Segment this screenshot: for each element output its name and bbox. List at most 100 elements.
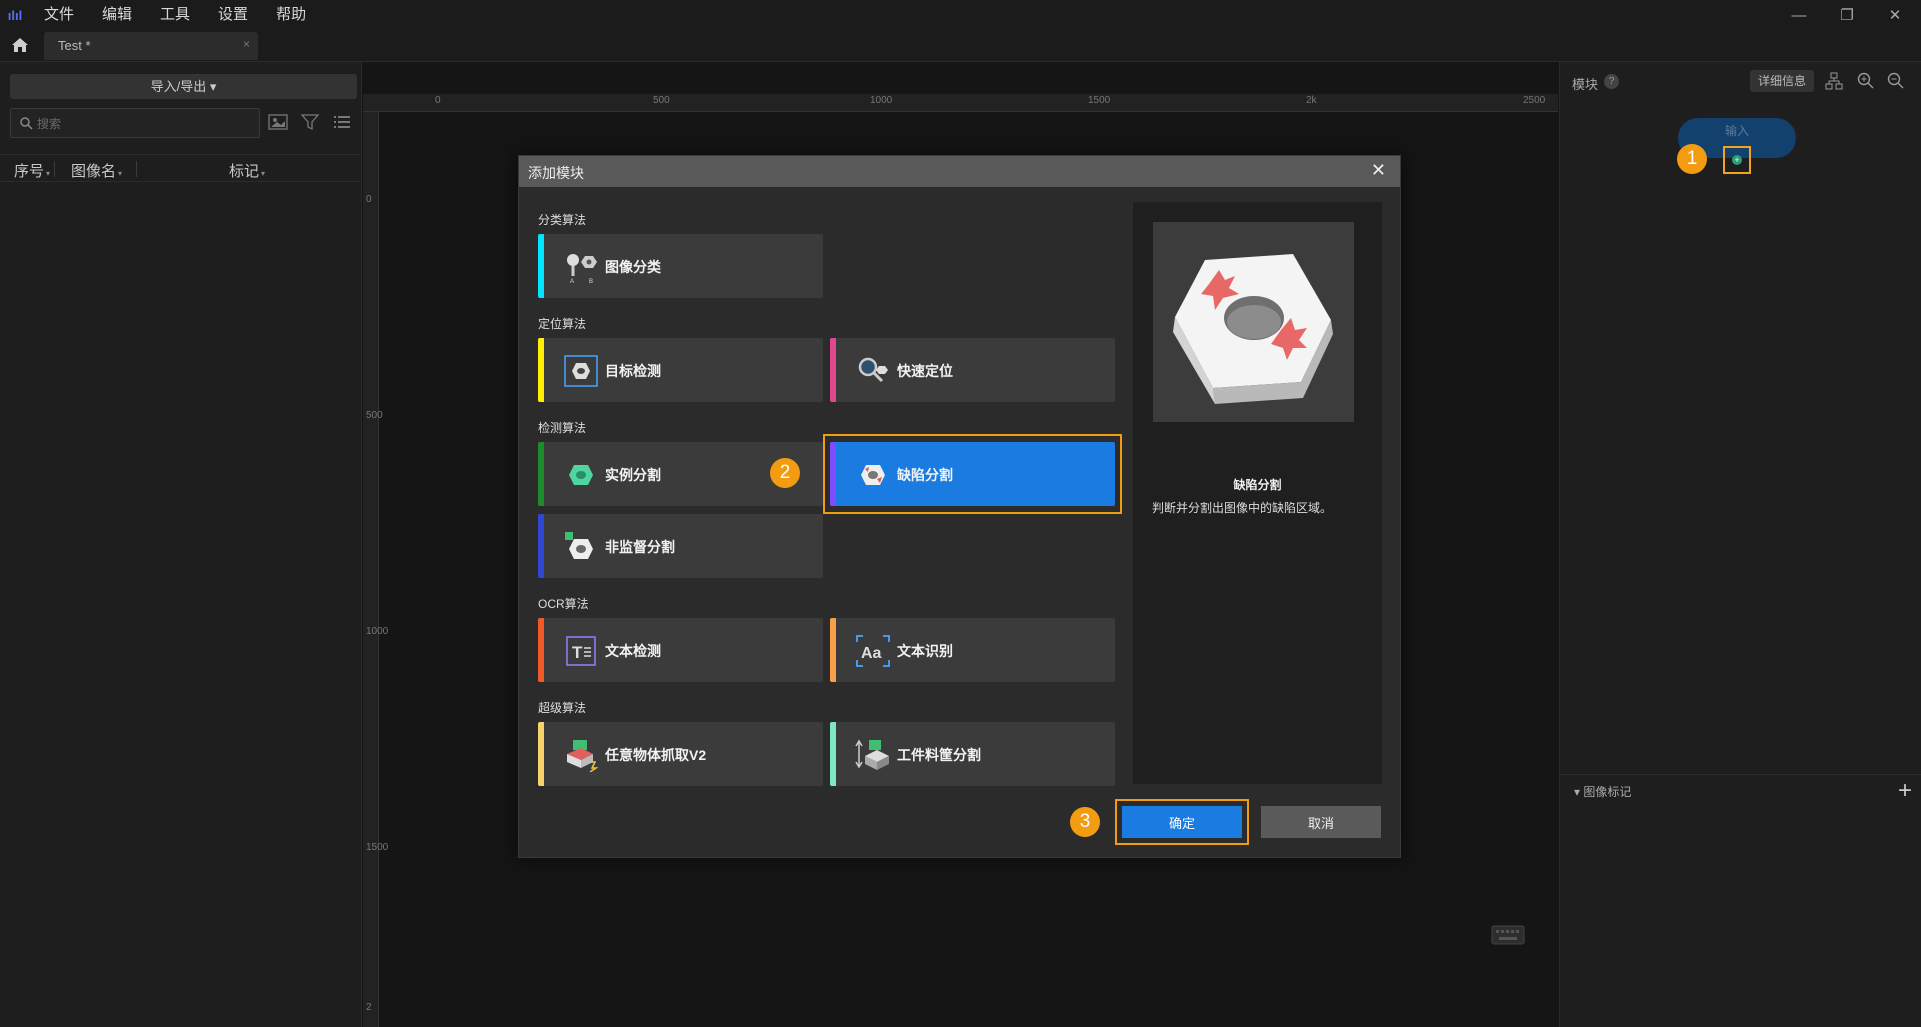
- home-icon[interactable]: [10, 36, 34, 56]
- tab-close-icon[interactable]: ×: [243, 37, 250, 51]
- ruler-tick: 2500: [1523, 95, 1546, 106]
- zoom-out-icon[interactable]: [1886, 71, 1906, 91]
- dialog-close-icon[interactable]: ✕: [1371, 160, 1386, 181]
- add-annotation-icon[interactable]: +: [1898, 777, 1912, 805]
- help-icon[interactable]: ?: [1604, 74, 1619, 89]
- module-label: 文本检测: [605, 643, 661, 659]
- ruler-tick: 2: [366, 1002, 372, 1013]
- image-list-panel: 导入/导出 ▾ 序号▾ 图像名▾ 标记▾: [0, 62, 362, 1027]
- svg-text:B: B: [589, 279, 593, 284]
- card-stripe: [538, 442, 544, 506]
- svg-text:Aa: Aa: [861, 645, 882, 662]
- card-stripe: [538, 234, 544, 298]
- section-label-detection: 检测算法: [538, 421, 587, 435]
- module-label: 工件料筐分割: [897, 747, 981, 763]
- ruler-tick: 0: [366, 194, 372, 205]
- module-label: 图像分类: [605, 259, 661, 275]
- ruler-tick: 500: [653, 95, 670, 106]
- image-list-header: 序号 ▾ 图像名 ▾ 标记 ▾: [0, 154, 362, 182]
- keyboard-icon[interactable]: [1491, 924, 1525, 949]
- plus-icon: +: [1732, 155, 1742, 165]
- zoom-in-icon[interactable]: [1856, 71, 1876, 91]
- filter-icon[interactable]: [300, 112, 322, 134]
- menu-help[interactable]: 帮助: [262, 0, 320, 30]
- ruler-tick: 1000: [366, 626, 389, 637]
- svg-text:A: A: [570, 279, 574, 284]
- close-window-icon[interactable]: ✕: [1870, 0, 1920, 30]
- list-view-icon[interactable]: [332, 112, 354, 134]
- ruler-tick: 1500: [366, 842, 389, 853]
- cancel-button[interactable]: 取消: [1261, 806, 1381, 838]
- ok-button[interactable]: 确定: [1122, 806, 1242, 838]
- tab-test[interactable]: Test * ×: [44, 32, 258, 60]
- ruler-tick: 1000: [870, 95, 893, 106]
- module-label: 目标检测: [605, 363, 661, 379]
- image-filter-icon[interactable]: [268, 112, 290, 134]
- object-detection-icon: [564, 355, 598, 387]
- add-module-dialog: 添加模块 ✕ 分类算法 AB 图像分类 定位算法 目标检测 快速定位 检测算法 …: [518, 155, 1401, 858]
- module-card-bin-segmentation[interactable]: 工件料筐分割: [830, 722, 1115, 786]
- card-stripe: [830, 442, 836, 506]
- add-module-button[interactable]: +: [1723, 146, 1751, 174]
- module-label: 文本识别: [897, 643, 953, 659]
- module-card-image-classification[interactable]: A B 图像分类: [538, 234, 823, 298]
- module-card-defect-segmentation[interactable]: 缺陷分割: [830, 442, 1115, 506]
- step-badge-2: 2: [770, 458, 800, 488]
- menu-edit[interactable]: 编辑: [88, 0, 146, 30]
- layout-icon[interactable]: [1824, 71, 1844, 91]
- column-label[interactable]: 标记 ▾: [229, 160, 265, 181]
- fast-locate-icon: [858, 357, 888, 383]
- module-card-fast-locate[interactable]: 快速定位: [830, 338, 1115, 402]
- ruler-tick: 2k: [1306, 95, 1317, 106]
- preview-module-name: 缺陷分割: [1233, 478, 1282, 492]
- unsupervised-segmentation-icon: [565, 532, 593, 559]
- dialog-title: 添加模块: [528, 165, 584, 181]
- defect-segmentation-preview-image: [1153, 222, 1354, 422]
- module-card-text-recognition[interactable]: Aa 文本识别: [830, 618, 1115, 682]
- step-badge-3: 3: [1070, 807, 1100, 837]
- module-label: 缺陷分割: [897, 467, 953, 483]
- card-stripe: [538, 514, 544, 578]
- module-label: 实例分割: [605, 467, 661, 483]
- search-icon: [20, 117, 33, 130]
- image-annotation-section: ▾ 图像标记 +: [1560, 774, 1921, 1027]
- module-label: 任意物体抓取V2: [605, 747, 707, 763]
- module-preview-panel: 缺陷分割 判断并分割出图像中的缺陷区域。: [1133, 202, 1382, 784]
- any-object-grasp-icon: [567, 740, 599, 772]
- instance-segmentation-icon: [569, 465, 593, 485]
- defect-segmentation-icon: [861, 465, 885, 485]
- detail-info-button[interactable]: 详细信息: [1750, 70, 1814, 92]
- module-card-any-object-grasp[interactable]: 任意物体抓取V2: [538, 722, 823, 786]
- image-annotation-title[interactable]: ▾ 图像标记: [1574, 783, 1631, 800]
- bin-segmentation-icon: [855, 739, 889, 770]
- import-export-button[interactable]: 导入/导出 ▾: [10, 74, 357, 99]
- card-stripe: [538, 338, 544, 402]
- column-image-name[interactable]: 图像名 ▾: [71, 160, 122, 181]
- section-label-classification: 分类算法: [538, 213, 587, 227]
- restore-icon[interactable]: ❐: [1822, 0, 1872, 30]
- card-stripe: [538, 722, 544, 786]
- module-label: 快速定位: [897, 363, 953, 379]
- section-label-localization: 定位算法: [538, 317, 587, 331]
- tab-title: Test *: [58, 38, 91, 53]
- module-card-unsupervised-segmentation[interactable]: 非监督分割: [538, 514, 823, 578]
- card-stripe: [830, 618, 836, 682]
- module-panel-title: 模块: [1572, 77, 1599, 92]
- module-card-object-detection[interactable]: 目标检测: [538, 338, 823, 402]
- search-field[interactable]: [10, 108, 260, 138]
- menu-file[interactable]: 文件: [30, 0, 88, 30]
- column-index[interactable]: 序号 ▾: [14, 160, 50, 181]
- module-card-text-detection[interactable]: T 文本检测: [538, 618, 823, 682]
- ruler-tick: 0: [435, 95, 441, 106]
- minimize-icon[interactable]: —: [1774, 0, 1824, 30]
- module-panel-header: 模块 ? 详细信息: [1560, 66, 1921, 96]
- card-stripe: [830, 722, 836, 786]
- menu-settings[interactable]: 设置: [204, 0, 262, 30]
- menu-tools[interactable]: 工具: [146, 0, 204, 30]
- ruler-tick: 500: [366, 410, 383, 421]
- menu-bar: ılıl 文件 编辑 工具 设置 帮助 — ❐ ✕: [0, 0, 1921, 30]
- ruler-tick: 1500: [1088, 95, 1111, 106]
- section-label-ocr: OCR算法: [538, 597, 589, 611]
- card-stripe: [538, 618, 544, 682]
- search-input[interactable]: [37, 114, 247, 134]
